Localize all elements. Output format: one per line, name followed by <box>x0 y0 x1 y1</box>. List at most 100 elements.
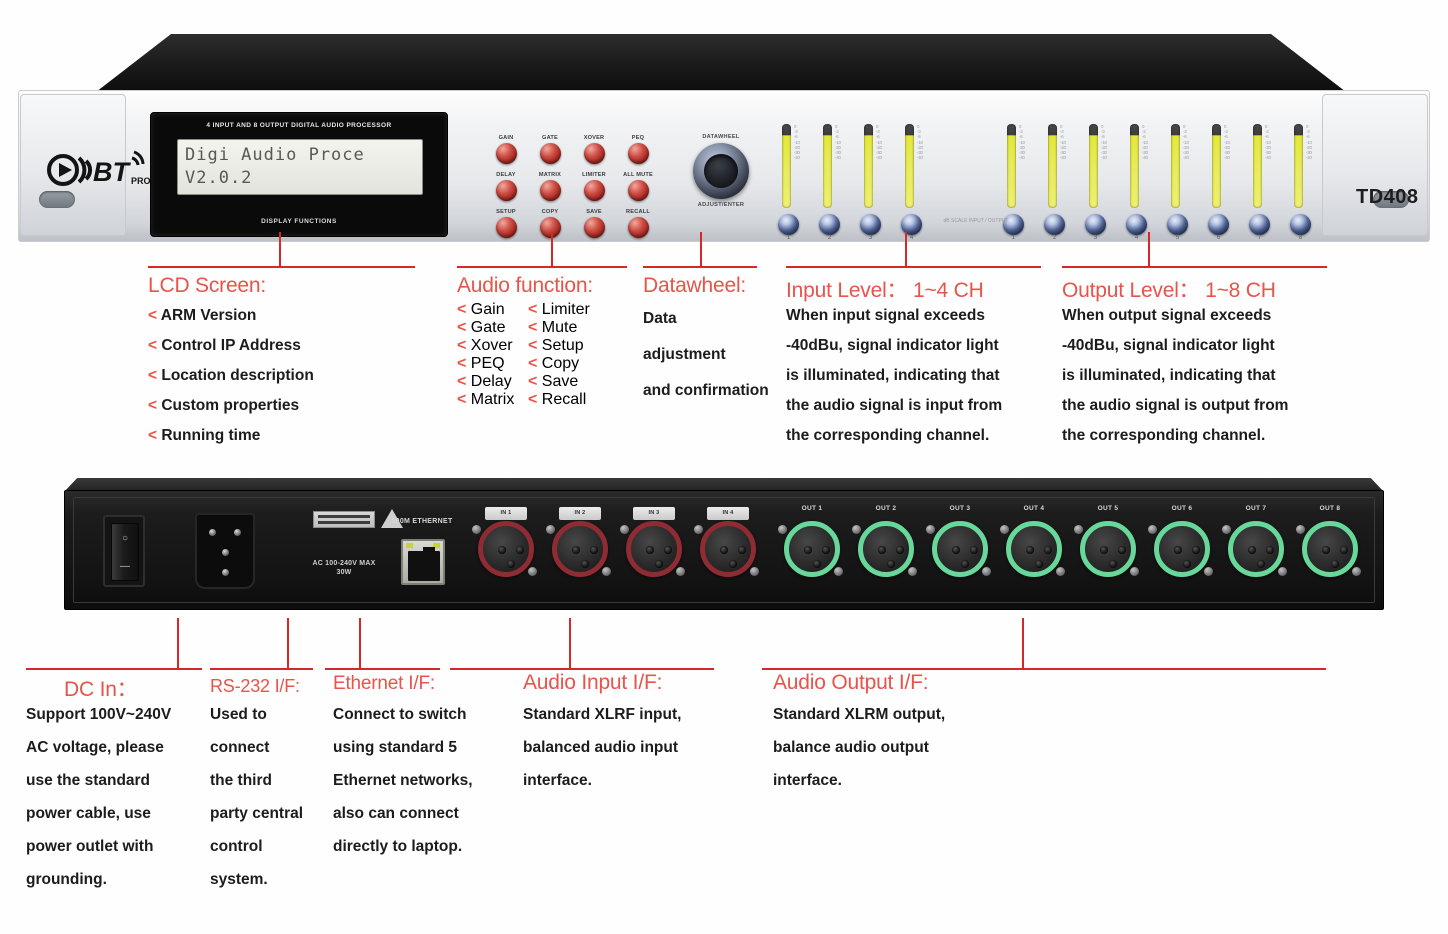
input-channel-number: 1 <box>786 235 791 241</box>
xlr-input-connector-3[interactable]: IN 3 <box>619 507 687 593</box>
function-button-matrix[interactable]: MATRIX <box>528 171 572 201</box>
xlr-ring <box>700 521 756 577</box>
output-signal-indicator-8 <box>1290 214 1311 235</box>
function-button-led[interactable] <box>495 217 517 238</box>
function-button-led[interactable] <box>539 217 561 238</box>
xlr-pin <box>1035 560 1043 568</box>
output-signal-indicator-5 <box>1167 214 1188 235</box>
xlr-input-connector-4[interactable]: IN 4 <box>693 507 761 593</box>
function-button-led[interactable] <box>627 180 649 201</box>
input-meter-bar <box>864 124 873 208</box>
function-button-delay[interactable]: DELAY <box>484 171 528 201</box>
output-meter-scale: 0 -3 -6 -10 -20 -30 -40 <box>1183 124 1189 161</box>
function-button-led[interactable] <box>583 217 605 238</box>
function-button-led[interactable] <box>583 180 605 201</box>
xlr-screw <box>750 567 759 576</box>
annotation-list-item-label: Copy <box>541 355 580 372</box>
xlr-pin <box>655 560 663 568</box>
xlr-output-connector-7[interactable]: OUT 7 <box>1221 505 1289 593</box>
input-level-meters: 0 -3 -6 -10 -20 -30 -40 1 0 -3 -6 -10 -20 -30 -40 2 0 -3-… <box>778 122 958 246</box>
function-button-led[interactable] <box>495 143 517 164</box>
function-button-led[interactable] <box>583 143 605 164</box>
annotation-body-audio-input: Standard XLRF input, balanced audio input… <box>523 698 681 797</box>
xlr-ring <box>932 521 988 577</box>
leader-stem-audio-fn <box>551 232 553 267</box>
function-button-led[interactable] <box>627 217 649 238</box>
annotation-text-line: using standard 5 <box>333 739 458 756</box>
lcd-line-2: V2.0.2 <box>185 168 253 188</box>
xlr-input-connector-1[interactable]: IN 1 <box>471 507 539 593</box>
output-channel-number: 6 <box>1216 235 1221 241</box>
leader-stem-audio-input <box>569 618 571 669</box>
xlr-pin <box>1109 560 1117 568</box>
function-button-limiter[interactable]: LIMITER <box>572 171 616 201</box>
input-meter-bar <box>823 124 832 208</box>
output-meter-scale: 0 -3 -6 -10 -20 -30 -40 <box>1019 124 1025 161</box>
output-signal-indicator-7 <box>1249 214 1270 235</box>
xlr-output-connector-5[interactable]: OUT 5 <box>1073 505 1141 593</box>
xlr-pin <box>1026 546 1034 554</box>
function-button-led[interactable] <box>539 143 561 164</box>
annotation-text-line: Data <box>643 310 677 327</box>
output-meter-bar <box>1130 124 1139 208</box>
input-meter-2: 0 -3 -6 -10 -20 -30 -40 2 <box>819 122 857 246</box>
function-button-xover[interactable]: XOVER <box>572 134 616 164</box>
chevron-left-icon: < <box>148 397 162 414</box>
chevron-left-icon: < <box>528 319 542 336</box>
chevron-left-icon: < <box>528 337 542 354</box>
function-button-save[interactable]: SAVE <box>572 208 616 238</box>
output-channel-number: 7 <box>1257 235 1262 241</box>
function-button-label: SETUP <box>496 209 516 215</box>
annotation-list-item-label: Location description <box>161 367 314 384</box>
annotation-title-output-level: Output Level： 1~8 CH <box>1062 279 1276 302</box>
annotation-text-line: the third <box>210 772 272 789</box>
output-channel-number: 4 <box>1134 235 1139 241</box>
input-channel-number: 3 <box>868 235 873 241</box>
annotation-body-lcd-screen: < ARM Version < Control IP Address < Locat… <box>148 301 314 451</box>
function-button-copy[interactable]: COPY <box>528 208 572 238</box>
annotation-list-item: < Setup <box>528 337 590 355</box>
leader-rule-rs232 <box>210 668 313 670</box>
annotation-list-item: < PEQ <box>457 355 514 373</box>
xlr-pin <box>1192 546 1200 554</box>
input-meter-scale: 0 -3 -6 -10 -20 -30 -40 <box>917 124 923 161</box>
function-button-led[interactable] <box>627 143 649 164</box>
xlr-output-connector-1[interactable]: OUT 1 <box>777 505 845 593</box>
function-button-gate[interactable]: GATE <box>528 134 572 164</box>
annotation-list-item-label: Gain <box>470 301 505 318</box>
obt-pro-logo-icon: BT PRO <box>46 142 158 198</box>
datawheel-control[interactable]: DATAWHEEL ADJUST/ENTER <box>678 134 764 242</box>
function-button-label: ALL MUTE <box>623 172 653 178</box>
chevron-left-icon: < <box>148 307 161 324</box>
xlr-ring <box>1302 521 1358 577</box>
xlr-output-connector-4[interactable]: OUT 4 <box>999 505 1067 593</box>
xlr-output-label: OUT 6 <box>1171 505 1193 512</box>
xlr-pin <box>720 546 728 554</box>
xlr-pin <box>822 546 830 554</box>
annotation-list-item-label: Xover <box>470 337 513 354</box>
xlr-output-connector-6[interactable]: OUT 6 <box>1147 505 1215 593</box>
xlr-output-connector-8[interactable]: OUT 8 <box>1295 505 1363 593</box>
xlr-pin <box>1174 546 1182 554</box>
xlr-ring <box>1228 521 1284 577</box>
xlr-screw <box>1278 567 1287 576</box>
xlr-pin <box>813 560 821 568</box>
function-button-gain[interactable]: GAIN <box>484 134 528 164</box>
xlr-output-connector-3[interactable]: OUT 3 <box>925 505 993 593</box>
xlr-screw <box>472 525 481 534</box>
function-button-all-mute[interactable]: ALL MUTE <box>616 171 660 201</box>
xlr-output-label: OUT 8 <box>1319 505 1341 512</box>
output-meter-scale: 0 -3 -6 -10 -20 -30 -40 <box>1306 124 1312 161</box>
function-button-led[interactable] <box>539 180 561 201</box>
xlr-output-connector-2[interactable]: OUT 2 <box>851 505 919 593</box>
annotation-list-item: < Location description <box>148 361 314 391</box>
annotation-text-line: -40dBu, signal indicator light <box>786 337 999 354</box>
function-button-recall[interactable]: RECALL <box>616 208 660 238</box>
function-button-led[interactable] <box>495 180 517 201</box>
xlr-pin <box>1100 546 1108 554</box>
function-button-setup[interactable]: SETUP <box>484 208 528 238</box>
xlr-input-connector-2[interactable]: IN 2 <box>545 507 613 593</box>
datawheel-knob[interactable] <box>693 143 749 199</box>
function-button-peq[interactable]: PEQ <box>616 134 660 164</box>
xlr-pin <box>1183 560 1191 568</box>
